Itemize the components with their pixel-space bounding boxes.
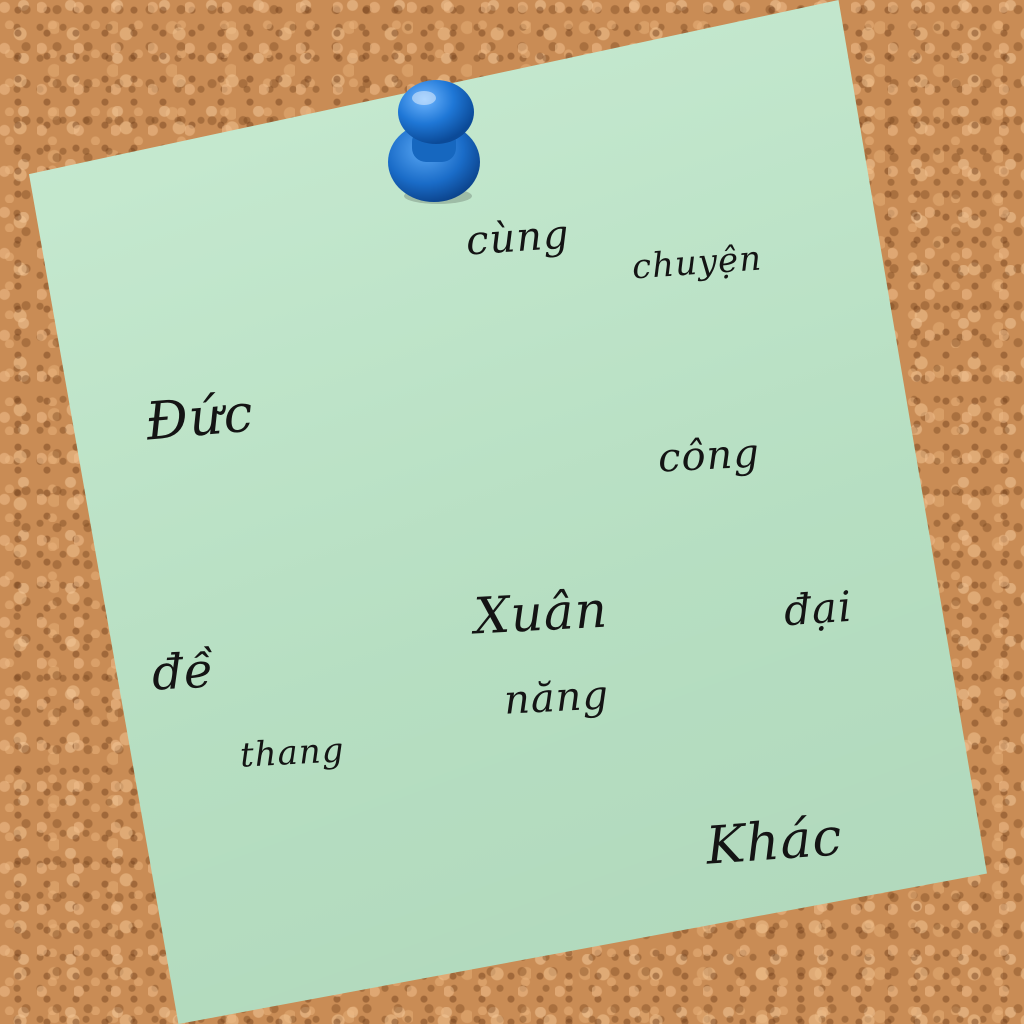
handwritten-word-nang: năng	[502, 672, 611, 724]
sticky-note-shading	[29, 0, 987, 1024]
handwritten-word-de: đề	[150, 642, 216, 702]
pushpin-icon	[388, 80, 480, 204]
handwritten-word-cong: công	[656, 430, 761, 482]
handwritten-word-duc: Đức	[143, 383, 257, 453]
handwritten-word-xuan: Xuân	[472, 580, 610, 646]
handwritten-word-cung: cùng	[464, 211, 572, 265]
handwritten-word-dai: đại	[782, 581, 854, 636]
handwritten-word-thang: thang	[239, 730, 346, 776]
handwritten-word-chuyen: chuyện	[630, 238, 764, 288]
handwritten-word-khac: Khác	[704, 807, 845, 877]
